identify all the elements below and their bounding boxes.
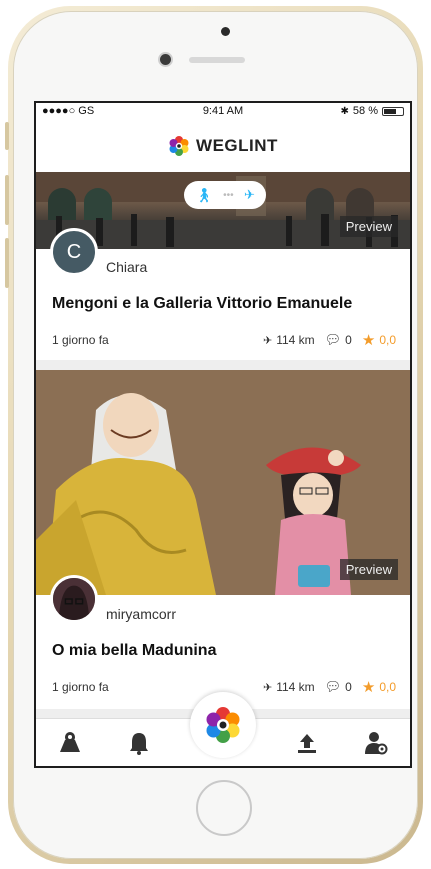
comments-stat[interactable]: 💬︎ 0 xyxy=(325,679,352,695)
weglint-logo-icon xyxy=(169,135,189,156)
plane-icon: ✈︎ xyxy=(243,187,255,202)
star-icon: ★ xyxy=(361,679,376,696)
time-ago: 1 giorno fa xyxy=(52,333,109,347)
battery-icon xyxy=(382,106,404,116)
comments-count: 0 xyxy=(345,333,352,347)
bluetooth-icon: ✱ xyxy=(340,105,349,117)
earpiece-speaker xyxy=(189,57,245,63)
plane-icon: ✈︎ xyxy=(262,334,273,347)
comment-icon: 💬︎ xyxy=(324,332,342,347)
sensor-dot xyxy=(221,27,230,36)
distance-stat: ✈︎ 114 km xyxy=(263,680,315,694)
feed-card[interactable]: Preview miryamcorr O mia bella Madunina … xyxy=(36,370,410,709)
tab-upload[interactable] xyxy=(290,726,324,760)
tab-profile[interactable] xyxy=(359,726,393,760)
carrier-signal: ●●●●○ GS xyxy=(42,105,95,117)
rating-value: 0,0 xyxy=(379,333,396,347)
app-screen: ●●●●○ GS 9:41 AM ✱ 58 % WEGLINT 🚶︎ ••• ✈… xyxy=(34,101,412,768)
status-right: ✱ 58 % xyxy=(341,105,404,117)
avatar[interactable] xyxy=(50,575,98,623)
mute-switch xyxy=(5,122,9,150)
avatar[interactable]: C xyxy=(50,228,98,276)
star-icon: ★ xyxy=(361,332,376,349)
preview-label[interactable]: Preview xyxy=(339,216,398,237)
tab-map[interactable] xyxy=(53,726,87,760)
volume-up-button xyxy=(5,175,9,225)
volume-down-button xyxy=(5,238,9,288)
status-bar: ●●●●○ GS 9:41 AM ✱ 58 % xyxy=(36,103,410,119)
dots-icon: ••• xyxy=(223,189,234,201)
avatar-letter: C xyxy=(66,240,82,263)
rating-stat[interactable]: ★ 0,0 xyxy=(362,331,396,349)
rating-value: 0,0 xyxy=(379,680,396,694)
distance-value: 114 km xyxy=(276,333,315,347)
weglint-center-button[interactable] xyxy=(190,692,256,758)
front-camera xyxy=(160,54,171,65)
preview-label[interactable]: Preview xyxy=(339,559,398,580)
weglint-flower-icon xyxy=(206,707,240,743)
comments-stat[interactable]: 💬︎ 0 xyxy=(325,332,352,348)
app-title: WEGLINT xyxy=(196,135,278,155)
card-username[interactable]: miryamcorr xyxy=(106,606,176,622)
card-title[interactable]: O mia bella Madunina xyxy=(36,642,216,660)
upload-icon xyxy=(298,733,317,753)
user-settings-icon xyxy=(364,731,388,754)
user-photo xyxy=(53,578,95,620)
comment-icon: 💬︎ xyxy=(324,679,342,694)
card-cover-image[interactable]: Preview xyxy=(36,370,410,595)
bell-icon xyxy=(129,732,148,755)
distance-value: 114 km xyxy=(276,680,315,694)
app-header: WEGLINT xyxy=(36,119,410,172)
card-title[interactable]: Mengoni e la Galleria Vittorio Emanuele xyxy=(36,295,352,313)
battery-percent: 58 % xyxy=(352,105,378,117)
map-icon xyxy=(60,731,81,752)
tab-notifications[interactable] xyxy=(122,726,156,760)
comments-count: 0 xyxy=(345,680,352,694)
card-meta: 1 giorno fa ✈︎ 114 km 💬︎ 0 ★ 0,0 xyxy=(36,331,410,349)
feed-card[interactable]: 🚶︎ ••• ✈︎ Preview C Chiara Mengoni e la … xyxy=(36,172,410,360)
plane-icon: ✈︎ xyxy=(262,681,273,694)
card-username[interactable]: Chiara xyxy=(106,259,147,275)
home-button[interactable] xyxy=(196,780,252,836)
rating-stat[interactable]: ★ 0,0 xyxy=(362,678,396,696)
travel-mode-indicator: 🚶︎ ••• ✈︎ xyxy=(184,181,266,209)
distance-stat: ✈︎ 114 km xyxy=(263,333,315,347)
walking-icon: 🚶︎ xyxy=(195,186,213,203)
